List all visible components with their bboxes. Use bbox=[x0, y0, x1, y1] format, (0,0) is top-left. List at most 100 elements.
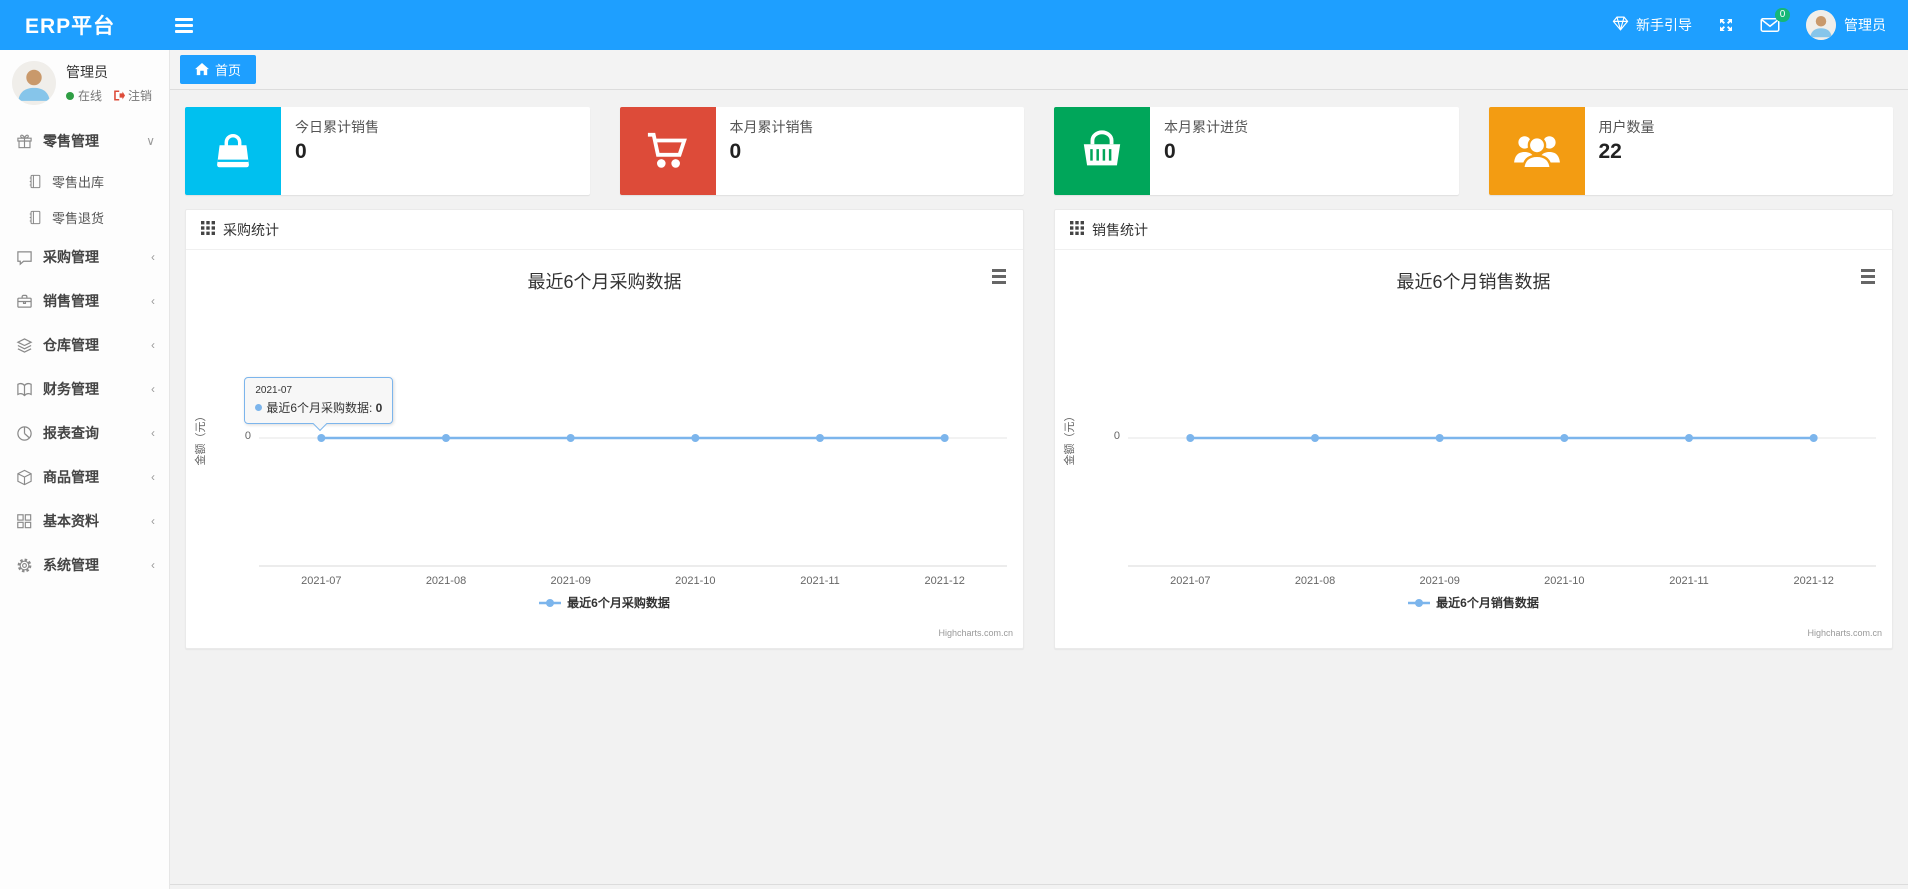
app: ERP平台 新手引导 0 管理员 管理员 在线 注销 零售管理 ∨ 零售出库 零… bbox=[0, 0, 1908, 889]
chat-icon bbox=[16, 248, 34, 266]
user-menu[interactable]: 管理员 bbox=[1806, 10, 1886, 40]
chevron-left-icon: ‹ bbox=[151, 470, 155, 484]
purchase-chart: 最近6个月采购数据 0 金额（元） 2021-07 2021-08 2021-09 2021… bbox=[186, 250, 1023, 648]
highcharts-credit[interactable]: Highcharts.com.cn bbox=[1807, 628, 1882, 638]
chart-context-menu-icon[interactable] bbox=[1858, 266, 1878, 287]
sidebar-item-3[interactable]: 仓库管理 ‹ bbox=[0, 323, 169, 367]
briefcase-icon bbox=[16, 292, 34, 310]
tab-home-label: 首页 bbox=[215, 63, 242, 78]
legend-marker-icon bbox=[539, 598, 562, 607]
series-dot-icon bbox=[255, 404, 263, 411]
submenu: 零售出库 零售退货 bbox=[0, 163, 169, 235]
notebook-icon bbox=[28, 172, 43, 190]
page-bottom-divider bbox=[170, 884, 1908, 885]
fullscreen-button[interactable] bbox=[1718, 17, 1734, 33]
mail-badge: 0 bbox=[1775, 8, 1790, 22]
sidebar-subitem[interactable]: 零售出库 bbox=[0, 163, 169, 199]
guide-link[interactable]: 新手引导 bbox=[1612, 15, 1692, 35]
box-icon bbox=[16, 468, 34, 486]
stat-label: 本月累计销售 bbox=[729, 119, 814, 135]
stat-label: 本月累计进货 bbox=[1164, 119, 1248, 135]
notebook-icon bbox=[28, 208, 43, 226]
logout-link[interactable]: 注销 bbox=[112, 87, 152, 104]
sidebar-item-6[interactable]: 商品管理 ‹ bbox=[0, 455, 169, 499]
stat-cards-row: 今日累计销售 0 本月累计销售 0 本月累计进货 0 用户数量 22 bbox=[185, 107, 1893, 195]
legend-marker-icon bbox=[1408, 598, 1431, 607]
gift-icon bbox=[16, 132, 34, 150]
avatar bbox=[1806, 10, 1836, 40]
sidebar-item-7[interactable]: 基本资料 ‹ bbox=[0, 499, 169, 543]
sidebar-username: 管理员 bbox=[66, 64, 108, 80]
sidebar-item-0[interactable]: 零售管理 ∨ bbox=[0, 119, 169, 163]
stat-card-3[interactable]: 用户数量 22 bbox=[1488, 107, 1893, 195]
chevron-left-icon: ‹ bbox=[151, 558, 155, 572]
online-status-icon bbox=[66, 91, 74, 100]
x-tick-label: 2021-12 bbox=[924, 575, 965, 587]
gem-icon bbox=[1612, 15, 1629, 35]
tab-home[interactable]: 首页 bbox=[180, 55, 257, 84]
chevron-left-icon: ‹ bbox=[151, 514, 155, 528]
panel-title: 销售统计 bbox=[1092, 221, 1148, 238]
sidebar-item-2[interactable]: 销售管理 ‹ bbox=[0, 279, 169, 323]
y-axis-title: 金额（元） bbox=[195, 410, 207, 466]
pie-icon bbox=[16, 424, 34, 442]
x-tick-label: 2021-08 bbox=[425, 575, 467, 587]
main-area: 首页 今日累计销售 0 本月累计销售 0 本月累计进货 0 用户数量 22 采购统计 最近6个… bbox=[170, 50, 1908, 889]
sidebar-item-4[interactable]: 财务管理 ‹ bbox=[0, 367, 169, 411]
username-label: 管理员 bbox=[1844, 17, 1886, 33]
fullscreen-icon bbox=[1720, 19, 1732, 31]
x-tick-label: 2021-11 bbox=[800, 575, 840, 587]
panel-purchase-stats: 采购统计 最近6个月采购数据 0 金额（元） 2021-07 2021-08 2021-0… bbox=[185, 209, 1024, 649]
sidebar-toggle-icon[interactable] bbox=[175, 17, 194, 33]
y-tick-label: 0 bbox=[1113, 430, 1120, 442]
book-icon bbox=[16, 380, 34, 398]
highcharts-credit[interactable]: Highcharts.com.cn bbox=[938, 628, 1013, 638]
stat-value: 0 bbox=[295, 140, 307, 163]
legend-item[interactable]: 最近6个月销售数据 bbox=[1055, 594, 1892, 611]
stat-label: 用户数量 bbox=[1598, 119, 1655, 135]
x-tick-label: 2021-09 bbox=[1419, 575, 1460, 587]
online-status-label: 在线 bbox=[78, 89, 103, 103]
chart-title: 最近6个月销售数据 bbox=[1396, 272, 1551, 292]
layers-icon bbox=[16, 336, 34, 354]
chart-context-menu-icon[interactable] bbox=[989, 266, 1009, 287]
navbar: ERP平台 新手引导 0 管理员 bbox=[0, 0, 1908, 50]
charts-row: 采购统计 最近6个月采购数据 0 金额（元） 2021-07 2021-08 2021-0… bbox=[185, 209, 1893, 649]
bag-icon bbox=[185, 107, 281, 195]
panel-sales-stats: 销售统计 最近6个月销售数据 0 金额（元） 2021-07 2021-08 2021-0… bbox=[1054, 209, 1893, 649]
chevron-left-icon: ‹ bbox=[151, 382, 155, 396]
sidebar-item-5[interactable]: 报表查询 ‹ bbox=[0, 411, 169, 455]
sidebar-menu: 零售管理 ∨ 零售出库 零售退货 采购管理 ‹ 销售管理 ‹ 仓库管理 ‹ 财务管理 ‹ 报表查询 ‹ 商品… bbox=[0, 119, 169, 587]
guide-label: 新手引导 bbox=[1636, 17, 1692, 33]
panel-title: 采购统计 bbox=[223, 221, 279, 238]
y-axis-title: 金额（元） bbox=[1064, 410, 1076, 466]
chevron-left-icon: ‹ bbox=[151, 338, 155, 352]
sidebar-item-8[interactable]: 系统管理 ‹ bbox=[0, 543, 169, 587]
stat-value: 0 bbox=[1164, 140, 1176, 163]
x-tick-label: 2021-09 bbox=[550, 575, 591, 587]
avatar bbox=[12, 61, 56, 105]
sign-out-icon bbox=[114, 90, 126, 101]
th-grid-icon bbox=[1070, 221, 1084, 238]
x-tick-label: 2021-12 bbox=[1793, 575, 1834, 587]
stat-card-2[interactable]: 本月累计进货 0 bbox=[1054, 107, 1459, 195]
chart-tooltip: 2021-07 最近6个月采购数据: 0 bbox=[244, 377, 394, 432]
breadcrumb: 首页 bbox=[170, 50, 1908, 90]
chart-title: 最近6个月采购数据 bbox=[527, 272, 682, 292]
gear-icon bbox=[16, 556, 34, 574]
stat-value: 22 bbox=[1598, 140, 1622, 163]
chevron-left-icon: ‹ bbox=[151, 426, 155, 440]
sidebar-item-1[interactable]: 采购管理 ‹ bbox=[0, 235, 169, 279]
mail-button[interactable]: 0 bbox=[1760, 8, 1790, 33]
x-tick-label: 2021-08 bbox=[1294, 575, 1336, 587]
home-icon bbox=[195, 63, 209, 76]
sidebar-subitem[interactable]: 零售退货 bbox=[0, 199, 169, 235]
stat-value: 0 bbox=[729, 140, 742, 163]
chevron-left-icon: ‹ bbox=[151, 250, 155, 264]
users-icon bbox=[1488, 107, 1585, 195]
stat-label: 今日累计销售 bbox=[295, 119, 379, 135]
legend-item[interactable]: 最近6个月采购数据 bbox=[186, 594, 1023, 611]
brand-logo: ERP平台 bbox=[25, 15, 116, 38]
stat-card-0[interactable]: 今日累计销售 0 bbox=[185, 107, 590, 195]
stat-card-1[interactable]: 本月累计销售 0 bbox=[619, 107, 1024, 195]
